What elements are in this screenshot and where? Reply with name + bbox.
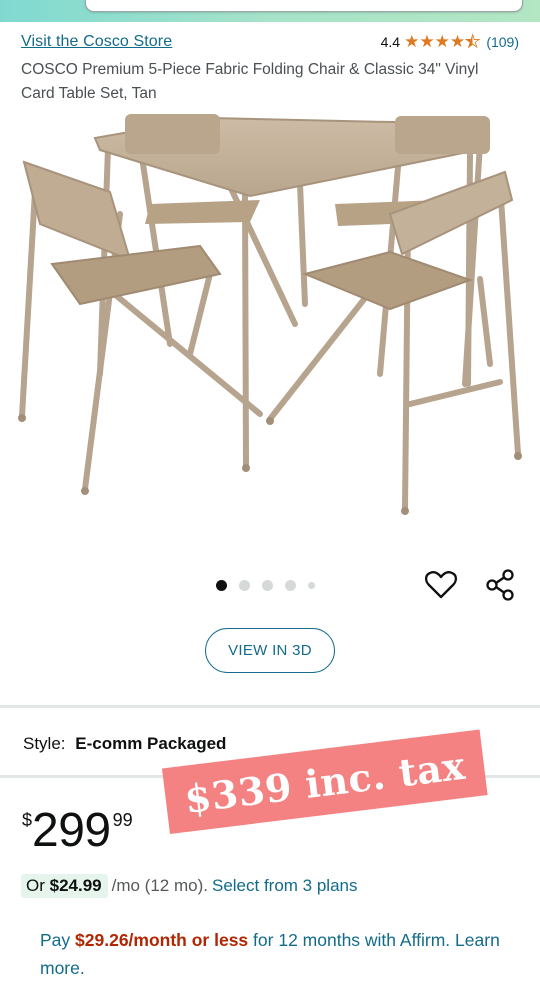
product-image[interactable] <box>0 104 540 524</box>
monthly-payment-row: Or $24.99 /mo (12 mo). Select from 3 pla… <box>21 874 358 898</box>
section-divider <box>0 705 540 708</box>
search-bar[interactable] <box>85 0 523 12</box>
tax-note-text: $339 inc. tax <box>182 742 468 822</box>
pagination-dot[interactable] <box>216 580 227 591</box>
pagination-dot[interactable] <box>308 582 315 589</box>
image-pagination-dots[interactable] <box>216 580 315 591</box>
star-full-icon: ★ <box>419 32 435 51</box>
star-rating: ★ ★ ★ ★ ★ <box>404 32 481 51</box>
price-symbol: $ <box>22 810 33 830</box>
or-label: Or <box>26 876 45 895</box>
affirm-pay-label: Pay <box>40 930 71 950</box>
style-value: E-comm Packaged <box>75 734 227 753</box>
pagination-dot[interactable] <box>285 580 296 591</box>
store-link[interactable]: Visit the Cosco Store <box>21 33 172 51</box>
monthly-payment-chip: Or $24.99 <box>21 874 108 898</box>
star-half-icon: ★ <box>465 32 481 51</box>
star-full-icon: ★ <box>434 32 450 51</box>
share-icon[interactable] <box>484 568 518 602</box>
price-whole: 299 <box>32 804 111 857</box>
pagination-dot[interactable] <box>262 580 273 591</box>
heart-icon[interactable] <box>424 568 458 602</box>
affirm-amount: $29.26/month or less <box>75 930 249 950</box>
price-fraction: 99 <box>112 810 133 830</box>
rating-count-link[interactable]: (109) <box>486 34 519 50</box>
product-title: COSCO Premium 5-Piece Fabric Folding Cha… <box>21 61 479 102</box>
monthly-amount: $24.99 <box>49 876 102 895</box>
rating-summary[interactable]: 4.4 ★ ★ ★ ★ ★ (109) <box>380 32 519 51</box>
price: $ 299 99 <box>22 806 133 856</box>
affirm-terms: for 12 months with Affirm. <box>253 930 451 950</box>
affirm-financing[interactable]: Pay $29.26/month or less for 12 months w… <box>40 926 510 982</box>
star-full-icon: ★ <box>449 32 466 51</box>
rating-value: 4.4 <box>380 33 401 50</box>
select-plans-link[interactable]: Select from 3 plans <box>212 876 358 896</box>
term-text: /mo (12 mo). <box>111 876 208 895</box>
style-selector[interactable]: Style: E-comm Packaged <box>23 734 226 754</box>
view-in-3d-button[interactable]: VIEW IN 3D <box>205 628 335 673</box>
pagination-dot[interactable] <box>239 580 250 591</box>
style-label: Style: <box>23 734 66 753</box>
top-gradient-bar <box>0 0 540 22</box>
star-full-icon: ★ <box>404 32 420 51</box>
